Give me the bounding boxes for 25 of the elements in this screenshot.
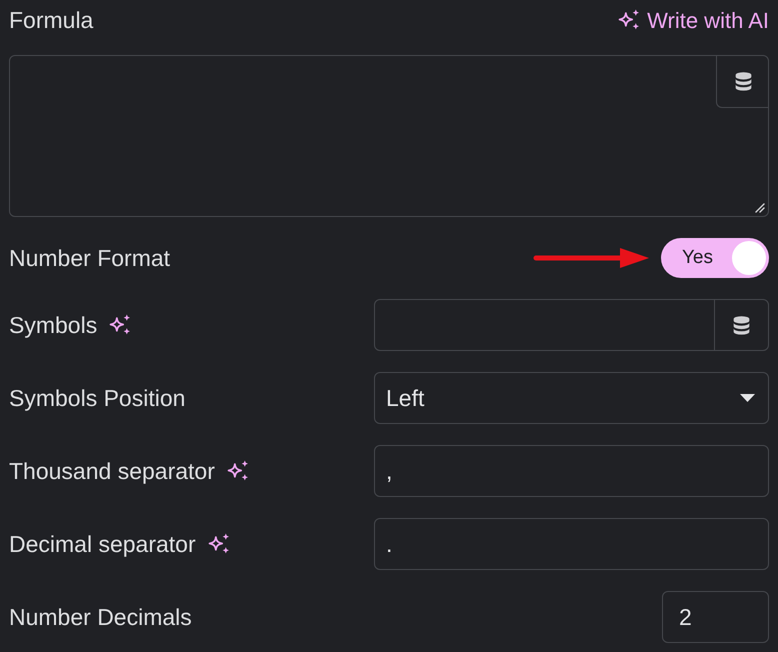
symbols-position-select[interactable]: Left xyxy=(374,372,769,424)
database-icon xyxy=(734,72,752,90)
database-icon xyxy=(733,316,750,334)
field-label: Thousand separator xyxy=(9,456,215,486)
formula-label: Formula xyxy=(9,6,94,35)
number-format-toggle[interactable]: Yes xyxy=(661,238,769,278)
formula-field[interactable] xyxy=(9,55,769,217)
caret-down-icon xyxy=(740,394,755,402)
thousand-separator-field[interactable]: , xyxy=(374,445,769,497)
field-label: Decimal separator xyxy=(9,530,196,559)
sparkle-icon xyxy=(226,460,249,482)
resize-handle-icon xyxy=(755,203,765,213)
number-decimals-field[interactable]: 2 xyxy=(662,591,769,643)
field-label: Symbols xyxy=(9,310,98,340)
decimal-separator-field[interactable]: . xyxy=(374,518,769,570)
field-label: Symbols Position xyxy=(9,384,186,413)
sparkle-icon xyxy=(208,533,230,555)
field-label: Number Format xyxy=(9,244,170,273)
sparkle-icon xyxy=(618,9,640,31)
symbols-field[interactable] xyxy=(374,299,769,351)
dynamic-tags-button[interactable] xyxy=(716,55,769,108)
sparkle-icon xyxy=(109,314,132,336)
knob-icon xyxy=(732,241,766,275)
write-with-ai-link[interactable]: Write with AI xyxy=(618,4,769,36)
field-label: Number Decimals xyxy=(9,602,192,632)
